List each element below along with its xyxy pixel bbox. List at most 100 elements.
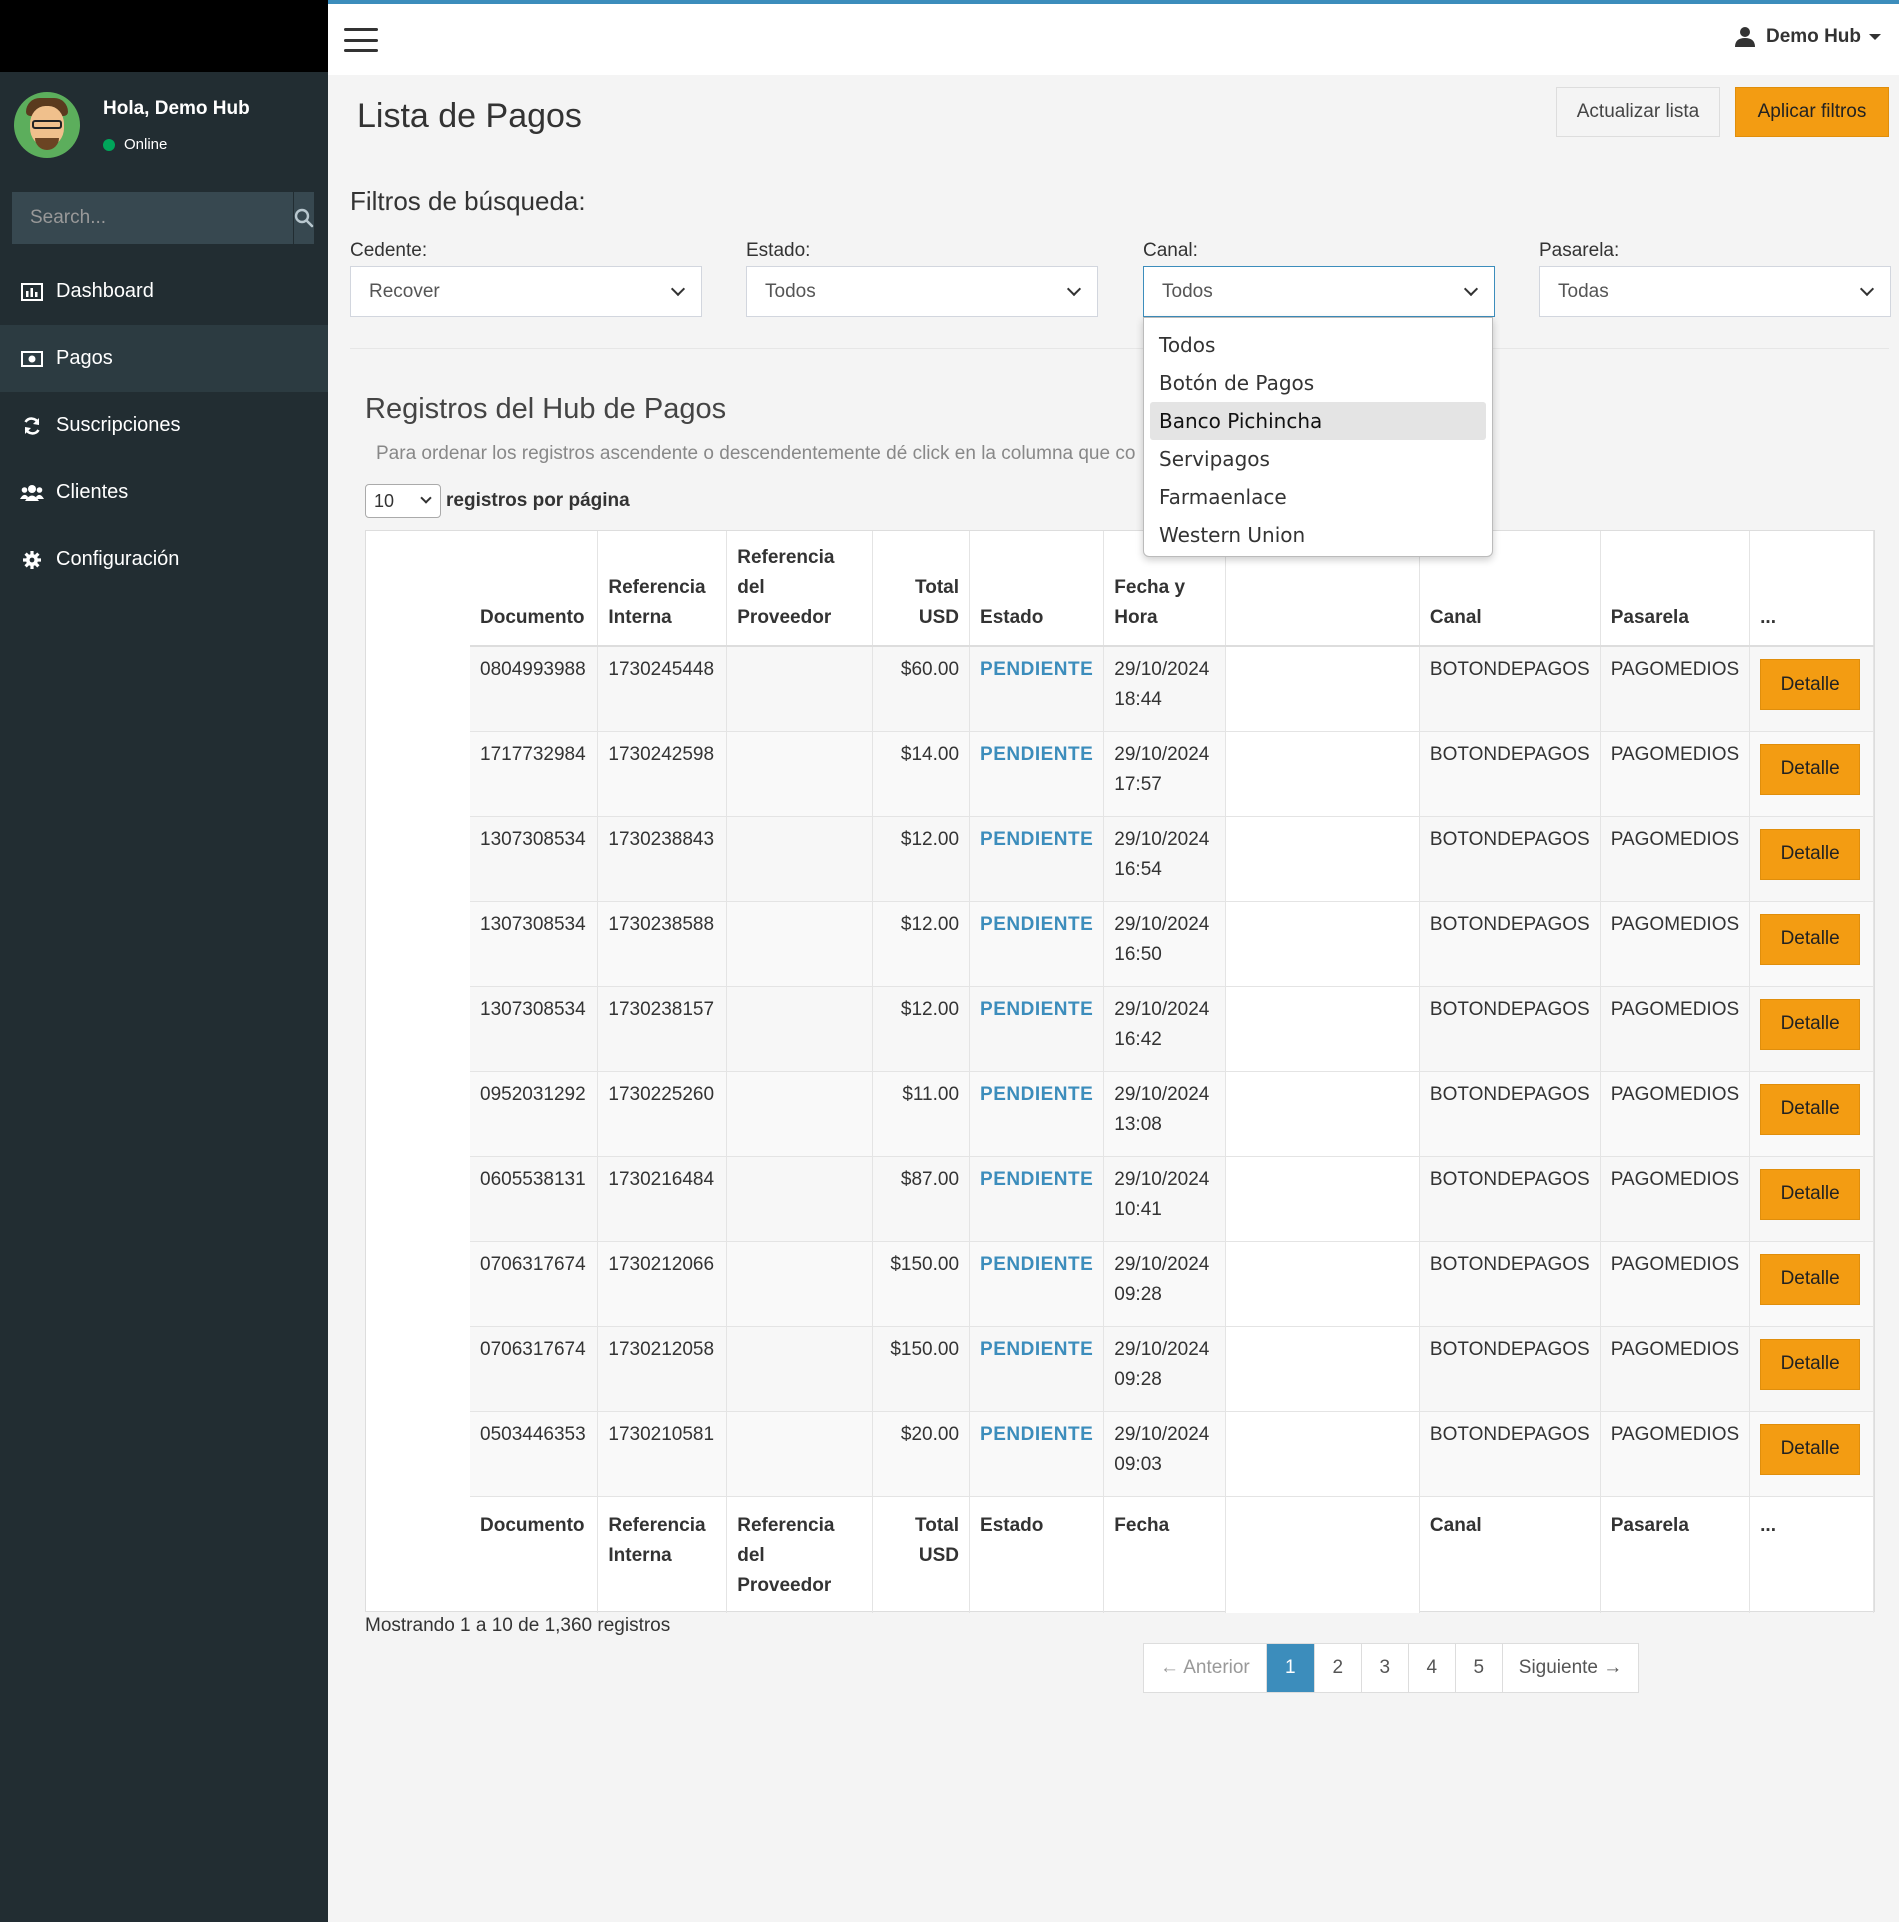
page-length-select[interactable]: 10 <box>365 484 441 518</box>
estado-label: Estado: <box>746 240 811 261</box>
canal-option[interactable]: Western Union <box>1150 516 1486 554</box>
cell-total: $87.00 <box>872 1156 971 1242</box>
cell-fecha: 29/10/2024 09:03 <box>1103 1411 1226 1497</box>
detail-button[interactable]: Detalle <box>1760 1253 1861 1305</box>
detail-button[interactable]: Detalle <box>1760 998 1861 1050</box>
pagination-page-4[interactable]: 4 <box>1409 1644 1456 1692</box>
pagination-page-3[interactable]: 3 <box>1362 1644 1409 1692</box>
sidebar-item-dashboard[interactable]: Dashboard <box>0 258 328 325</box>
detail-button[interactable]: Detalle <box>1760 1338 1861 1390</box>
pagination-prev[interactable]: ← Anterior <box>1144 1644 1267 1692</box>
cell-documento: 0706317674 <box>470 1326 599 1412</box>
table-row: 0503446353 1730210581 $20.00 PENDIENTE 29/10… <box>470 1411 1874 1497</box>
canal-select[interactable]: Todos <box>1143 266 1495 317</box>
chevron-down-icon <box>1859 281 1875 296</box>
cell-ref-proveedor <box>726 1156 874 1242</box>
cell-estado: PENDIENTE <box>969 816 1105 902</box>
pagination-page-1[interactable]: 1 <box>1266 1644 1315 1692</box>
col-documento[interactable]: Documento <box>470 531 599 647</box>
cell-canal: BOTONDEPAGOS <box>1419 1241 1601 1327</box>
canal-label: Canal: <box>1143 240 1198 261</box>
sidebar-item-configuracion[interactable]: Configuración <box>0 526 328 593</box>
foot-ref-proveedor: Referencia del Proveedor <box>726 1495 874 1613</box>
detail-button[interactable]: Detalle <box>1760 1168 1861 1220</box>
filters-title: Filtros de búsqueda: <box>350 186 586 216</box>
col-estado[interactable]: Estado <box>969 531 1105 647</box>
chevron-down-icon <box>420 492 432 504</box>
cell-ref-interna: 1730225260 <box>597 1071 728 1157</box>
cell-estado: PENDIENTE <box>969 901 1105 987</box>
sidebar-item-clientes[interactable]: Clientes <box>0 459 328 526</box>
cell-ref-interna: 1730216484 <box>597 1156 728 1242</box>
table-row: 0605538131 1730216484 $87.00 PENDIENTE 29/10… <box>470 1156 1874 1242</box>
cell-actions: Detalle <box>1749 986 1874 1072</box>
detail-button[interactable]: Detalle <box>1760 1083 1861 1135</box>
cell-ref-proveedor <box>726 646 874 732</box>
cell-ref-interna: 1730238157 <box>597 986 728 1072</box>
table-row: 0706317674 1730212058 $150.00 PENDIENTE 29/1… <box>470 1326 1874 1412</box>
cell-fecha: 29/10/2024 17:57 <box>1103 731 1226 817</box>
detail-button[interactable]: Detalle <box>1760 913 1861 965</box>
apply-filters-button[interactable]: Aplicar filtros <box>1735 87 1889 137</box>
cedente-select[interactable]: Recover <box>350 266 702 317</box>
cell-fecha-date: 29/10/2024 <box>1114 998 1210 1020</box>
cell-actions: Detalle <box>1749 1071 1874 1157</box>
detail-button[interactable]: Detalle <box>1760 1423 1861 1475</box>
estado-select[interactable]: Todos <box>746 266 1098 317</box>
pagination-page-5[interactable]: 5 <box>1456 1644 1503 1692</box>
sidebar: Hola, Demo Hub Online Dashboard Pagos Su… <box>0 0 328 1922</box>
topbar: Demo Hub <box>328 0 1899 75</box>
cell-total: $20.00 <box>872 1411 971 1497</box>
estado-value: Todos <box>765 280 816 302</box>
col-more[interactable]: ... <box>1749 531 1874 647</box>
sidebar-item-pagos[interactable]: Pagos <box>0 325 328 392</box>
canal-option[interactable]: Servipagos <box>1150 440 1486 478</box>
cell-pasarela: PAGOMEDIOS <box>1600 816 1751 902</box>
canal-value: Todos <box>1162 280 1213 302</box>
table-row: 1307308534 1730238157 $12.00 PENDIENTE 29/10… <box>470 986 1874 1072</box>
cell-canal: BOTONDEPAGOS <box>1419 816 1601 902</box>
brand-logo-area[interactable] <box>0 0 328 72</box>
cell-fecha-time: 13:08 <box>1114 1113 1162 1135</box>
cell-fecha-date: 29/10/2024 <box>1114 1083 1210 1105</box>
cell-canal: BOTONDEPAGOS <box>1419 1071 1601 1157</box>
cell-canal: BOTONDEPAGOS <box>1419 1326 1601 1412</box>
col-ref-proveedor[interactable]: Referencia del Proveedor <box>726 531 874 647</box>
pasarela-select[interactable]: Todas <box>1539 266 1891 317</box>
cell-ref-proveedor <box>726 816 874 902</box>
detail-button[interactable]: Detalle <box>1760 743 1861 795</box>
canal-option[interactable]: Botón de Pagos <box>1150 364 1486 402</box>
cell-canal: BOTONDEPAGOS <box>1419 646 1601 732</box>
cell-hidden <box>1225 901 1420 987</box>
cell-total: $60.00 <box>872 646 971 732</box>
cell-estado: PENDIENTE <box>969 1156 1105 1242</box>
col-total[interactable]: Total USD <box>872 531 971 647</box>
search-button[interactable] <box>293 192 314 244</box>
pagination-next[interactable]: Siguiente → <box>1503 1644 1639 1692</box>
cell-estado: PENDIENTE <box>969 1326 1105 1412</box>
cell-fecha-time: 16:42 <box>1114 1028 1162 1050</box>
cell-actions: Detalle <box>1749 1156 1874 1242</box>
refresh-list-button[interactable]: Actualizar lista <box>1556 87 1720 137</box>
canal-option[interactable]: Todos <box>1150 326 1486 364</box>
detail-button[interactable]: Detalle <box>1760 659 1861 710</box>
user-menu[interactable]: Demo Hub <box>1734 26 1881 48</box>
cell-total: $12.00 <box>872 901 971 987</box>
cell-ref-interna: 1730238588 <box>597 901 728 987</box>
sidebar-item-suscripciones[interactable]: Suscripciones <box>0 392 328 459</box>
users-icon <box>20 483 44 503</box>
menu-toggle-icon[interactable] <box>344 28 378 52</box>
canal-option[interactable]: Farmaenlace <box>1150 478 1486 516</box>
search-icon <box>294 208 314 228</box>
col-ref-interna[interactable]: Referencia Interna <box>597 531 728 647</box>
search-input[interactable] <box>12 192 293 244</box>
cell-ref-interna: 1730238843 <box>597 816 728 902</box>
col-pasarela[interactable]: Pasarela <box>1600 531 1751 647</box>
cell-fecha-date: 29/10/2024 <box>1114 1168 1210 1190</box>
user-icon <box>1735 27 1755 47</box>
detail-button[interactable]: Detalle <box>1760 828 1861 880</box>
cell-fecha-date: 29/10/2024 <box>1114 659 1210 680</box>
canal-option-highlighted[interactable]: Banco Pichincha <box>1150 402 1486 440</box>
pagination-page-2[interactable]: 2 <box>1315 1644 1362 1692</box>
cell-pasarela: PAGOMEDIOS <box>1600 901 1751 987</box>
